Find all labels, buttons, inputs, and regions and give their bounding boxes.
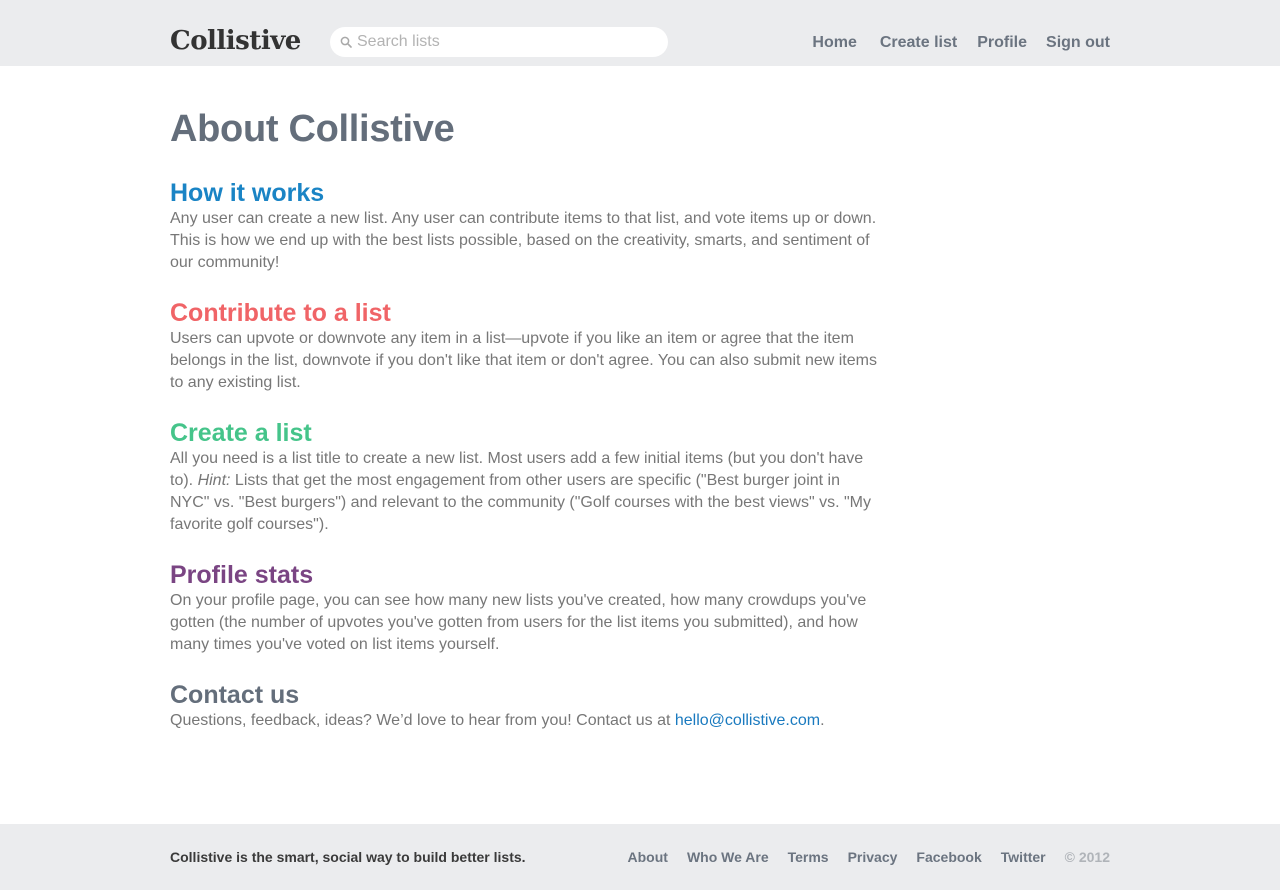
section-contribute: Contribute to a list Users can upvote or… [170,298,880,394]
footer-facebook-link[interactable]: Facebook [916,848,981,866]
section-body: All you need is a list title to create a… [170,448,880,536]
about-content: About Collistive How it works Any user c… [170,104,880,729]
nav-profile-link[interactable]: Profile [977,33,1027,53]
section-profile-stats: Profile stats On your profile page, you … [170,560,880,656]
nav-create-list-link[interactable]: Create list [880,33,957,53]
section-heading: Profile stats [170,561,314,589]
body-text: Lists that get the most engagement from … [170,472,871,533]
top-nav-bar: Collistive Home Create list Profile Sign… [0,0,1280,66]
footer-who-we-are-link[interactable]: Who We Are [687,848,769,866]
main-nav: Home Create list Profile Sign out [812,33,1110,53]
section-heading: Contribute to a list [170,299,391,327]
section-heading: How it works [170,179,325,207]
footer-privacy-link[interactable]: Privacy [848,848,898,866]
footer-links: About Who We Are Terms Privacy Facebook … [628,848,1111,866]
nav-sign-out-link[interactable]: Sign out [1046,33,1110,53]
search-icon [340,36,352,48]
nav-home-link[interactable]: Home [812,33,856,53]
page-title: About Collistive [170,108,455,150]
section-how-it-works: How it works Any user can create a new l… [170,178,880,274]
footer: Collistive is the smart, social way to b… [0,824,1280,890]
contact-email-link[interactable]: hello@collistive.com [675,712,820,729]
search-box[interactable] [330,27,668,57]
section-heading: Contact us [170,681,300,709]
site-logo[interactable]: Collistive [170,24,301,58]
footer-about-link[interactable]: About [628,848,668,866]
search-input[interactable] [357,33,647,51]
section-body: Questions, feedback, ideas? We’d love to… [170,710,825,732]
section-heading: Create a list [170,419,312,447]
section-body: Users can upvote or downvote any item in… [170,330,877,391]
section-create-list: Create a list All you need is a list tit… [170,418,880,536]
footer-terms-link[interactable]: Terms [788,848,829,866]
section-body: On your profile page, you can see how ma… [170,592,867,653]
body-text: Questions, feedback, ideas? We’d love to… [170,712,675,729]
body-text: . [820,712,825,729]
section-contact: Contact us Questions, feedback, ideas? W… [170,680,825,732]
footer-twitter-link[interactable]: Twitter [1001,848,1046,866]
footer-tagline: Collistive is the smart, social way to b… [170,849,526,865]
section-body: Any user can create a new list. Any user… [170,210,877,271]
copyright: © 2012 [1064,849,1110,865]
hint-label: Hint: [197,472,231,489]
